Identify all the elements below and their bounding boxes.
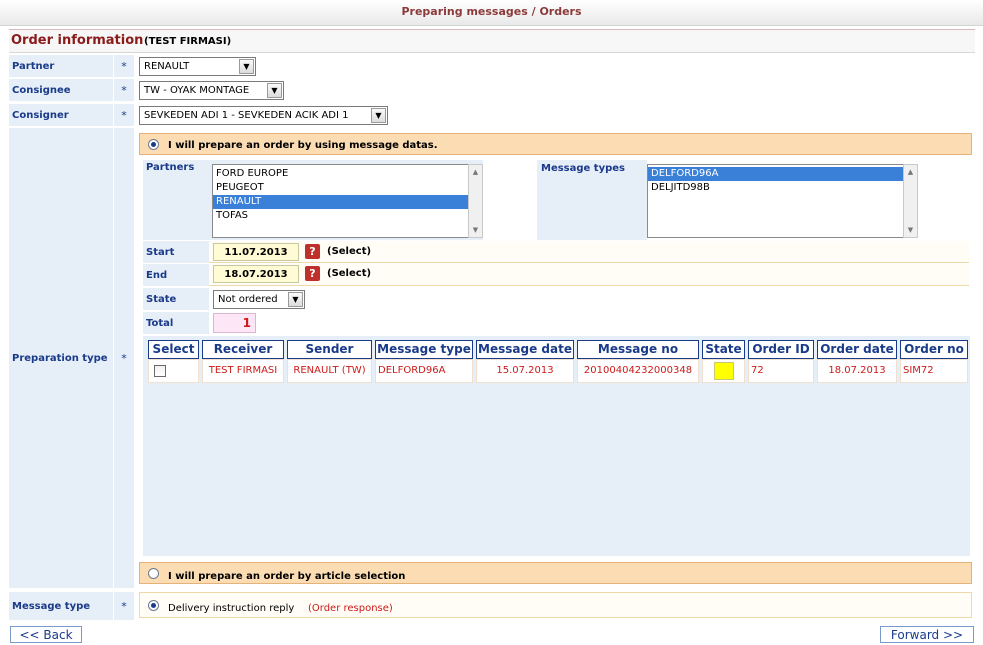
cell-message-no: 20100404232000348: [577, 359, 699, 383]
start-select-link[interactable]: (Select): [327, 246, 371, 257]
column-header-receiver[interactable]: Receiver: [202, 340, 284, 359]
option-message-label: I will prepare an order by using message…: [168, 140, 438, 151]
chevron-down-icon[interactable]: ▼: [288, 292, 303, 307]
message-type-radio[interactable]: [148, 600, 159, 611]
cell-receiver: TEST FIRMASI: [202, 359, 284, 383]
consignee-required-mark: *: [114, 79, 134, 101]
list-item[interactable]: TOFAS: [213, 209, 468, 223]
consignee-label: Consignee: [9, 79, 113, 101]
preparation-type-label: Preparation type: [9, 128, 113, 588]
message-type-option-label: Delivery instruction reply: [168, 603, 295, 614]
column-header-message-no[interactable]: Message no: [577, 340, 699, 359]
partner-select-value: RENAULT: [144, 61, 190, 72]
message-types-panel: Message types: [537, 160, 647, 240]
column-header-message-type[interactable]: Message type: [375, 340, 473, 359]
partners-label: Partners: [146, 162, 195, 173]
row-select-checkbox[interactable]: [154, 365, 166, 377]
total-label: Total: [143, 312, 209, 334]
state-select[interactable]: Not ordered ▼: [213, 290, 305, 309]
option-article-radio[interactable]: [148, 568, 159, 579]
consignee-select[interactable]: TW - OYAK MONTAGE ▼: [139, 81, 284, 100]
consignee-select-value: TW - OYAK MONTAGE: [144, 85, 250, 96]
cell-message-type: DELFORD96A: [375, 359, 473, 383]
message-type-option-note: (Order response): [308, 603, 393, 614]
chevron-down-icon[interactable]: ▼: [371, 108, 386, 123]
column-header-sender[interactable]: Sender: [287, 340, 372, 359]
calendar-help-icon[interactable]: ?: [305, 244, 320, 259]
cell-state: [702, 359, 745, 383]
grid-header: Select Receiver Sender Message type Mess…: [147, 340, 968, 360]
cell-order-no: SIM72: [900, 359, 968, 383]
end-label: End: [143, 264, 209, 286]
column-header-select[interactable]: Select: [148, 340, 199, 359]
orders-grid: Select Receiver Sender Message type Mess…: [143, 336, 970, 556]
forward-button[interactable]: Forward >>: [880, 626, 974, 643]
row-select-cell: [148, 359, 199, 383]
chevron-down-icon[interactable]: ▼: [267, 83, 282, 98]
scroll-down-icon[interactable]: ▼: [904, 226, 917, 234]
end-date-field[interactable]: 18.07.2013: [213, 265, 299, 283]
order-info-header: Order information (TEST FIRMASI): [9, 29, 975, 53]
column-header-order-date[interactable]: Order date: [817, 340, 897, 359]
start-date-field[interactable]: 11.07.2013: [213, 243, 299, 261]
back-button[interactable]: << Back: [10, 626, 82, 643]
list-item[interactable]: DELJITD98B: [648, 181, 903, 195]
partner-label: Partner: [9, 55, 113, 77]
list-item-selected[interactable]: DELFORD96A: [648, 167, 903, 181]
scroll-down-icon[interactable]: ▼: [469, 226, 482, 234]
partner-select[interactable]: RENAULT ▼: [139, 57, 256, 76]
option-article-label: I will prepare an order by article selec…: [168, 571, 406, 582]
message-type-option-box: Delivery instruction reply (Order respon…: [139, 592, 972, 618]
total-value: 1: [213, 313, 256, 333]
company-name: (TEST FIRMASI): [144, 36, 232, 47]
column-header-order-no[interactable]: Order no: [900, 340, 968, 359]
list-item[interactable]: FORD EUROPE: [213, 167, 468, 181]
state-select-value: Not ordered: [218, 294, 278, 305]
option-article-bar[interactable]: I will prepare an order by article selec…: [139, 562, 972, 584]
partners-list[interactable]: FORD EUROPE PEUGEOT RENAULT TOFAS: [212, 164, 468, 238]
consigner-select[interactable]: SEVKEDEN ADI 1 - SEVKEDEN ACIK ADI 1 ▼: [139, 106, 388, 125]
column-header-message-date[interactable]: Message date: [476, 340, 574, 359]
calendar-help-icon[interactable]: ?: [305, 266, 320, 281]
chevron-down-icon[interactable]: ▼: [239, 59, 254, 74]
cell-sender: RENAULT (TW): [287, 359, 372, 383]
table-row[interactable]: TEST FIRMASI RENAULT (TW) DELFORD96A 15.…: [147, 359, 968, 385]
consigner-select-value: SEVKEDEN ADI 1 - SEVKEDEN ACIK ADI 1: [144, 110, 349, 121]
state-label: State: [143, 288, 209, 310]
page-title: Order information: [11, 33, 144, 48]
scroll-up-icon[interactable]: ▲: [904, 168, 917, 176]
message-types-list[interactable]: DELFORD96A DELJITD98B: [647, 164, 903, 238]
scroll-up-icon[interactable]: ▲: [469, 168, 482, 176]
message-type-required-mark: *: [114, 592, 134, 620]
cell-message-date: 15.07.2013: [476, 359, 574, 383]
start-label: Start: [143, 241, 209, 263]
list-item-selected[interactable]: RENAULT: [213, 195, 468, 209]
state-indicator: [714, 362, 734, 380]
cell-order-id: 72: [748, 359, 814, 383]
consigner-label: Consigner: [9, 104, 113, 126]
partner-required-mark: *: [114, 55, 134, 77]
list-item[interactable]: PEUGEOT: [213, 181, 468, 195]
column-header-order-id[interactable]: Order ID: [748, 340, 814, 359]
consigner-required-mark: *: [114, 104, 134, 126]
end-select-link[interactable]: (Select): [327, 268, 371, 279]
preparation-type-required-mark: *: [114, 128, 134, 588]
option-message-bar[interactable]: I will prepare an order by using message…: [139, 133, 972, 155]
option-message-radio[interactable]: [148, 139, 159, 150]
cell-order-date: 18.07.2013: [817, 359, 897, 383]
message-types-scrollbar[interactable]: ▲ ▼: [903, 164, 918, 238]
message-type-label: Message type: [9, 592, 113, 620]
window-title: Preparing messages / Orders: [0, 0, 983, 26]
column-header-state[interactable]: State: [702, 340, 745, 359]
message-types-label: Message types: [541, 163, 625, 174]
partners-scrollbar[interactable]: ▲ ▼: [468, 164, 483, 238]
